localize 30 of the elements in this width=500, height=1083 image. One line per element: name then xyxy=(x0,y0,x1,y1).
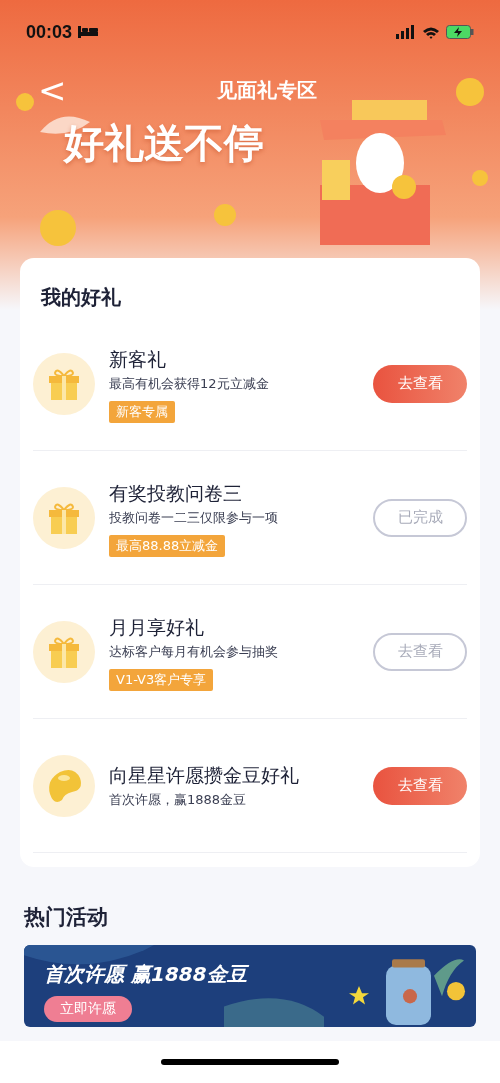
status-time: 00:03 xyxy=(26,21,73,43)
coin-icon xyxy=(40,210,76,246)
coin-icon xyxy=(472,170,488,186)
gift-tag: V1-V3客户专享 xyxy=(109,668,214,691)
gift-tag: 最高88.88立减金 xyxy=(109,534,226,557)
battery-icon xyxy=(446,25,474,39)
hero-headline: 好礼送不停 xyxy=(64,119,265,168)
gift-tag: 新客专属 xyxy=(109,400,175,423)
gift-name: 向星星许愿攒金豆好礼 xyxy=(109,762,299,788)
gift-description: 投教问卷一二三仅限参与一项 xyxy=(109,508,278,527)
coin-icon xyxy=(16,93,34,111)
view-button[interactable]: 去查看 xyxy=(373,364,467,403)
coin-icon xyxy=(456,78,484,106)
back-button[interactable]: < xyxy=(0,70,67,110)
page-title: 见面礼专区 xyxy=(216,76,317,104)
signal-icon xyxy=(396,25,416,39)
gift-name: 月月享好礼 xyxy=(109,614,204,640)
gift-name: 有奖投教问卷三 xyxy=(109,480,242,506)
wish-button[interactable]: 立即许愿 xyxy=(44,996,132,1022)
view-button[interactable]: 去查看 xyxy=(373,766,467,805)
gift-description: 首次许愿，赢1888金豆 xyxy=(109,790,247,809)
gift-description: 达标客户每月有机会参与抽奖 xyxy=(109,642,278,661)
gift-name: 新客礼 xyxy=(109,346,166,372)
bed-icon xyxy=(78,26,99,38)
coin-icon xyxy=(214,204,236,226)
section-title: 热门活动 xyxy=(22,904,109,931)
wifi-icon xyxy=(422,25,440,39)
banner-headline: 首次许愿 赢1888金豆 xyxy=(44,961,250,988)
gift-description: 最高有机会获得12元立减金 xyxy=(109,374,269,393)
section-title: 我的好礼 xyxy=(39,284,122,311)
